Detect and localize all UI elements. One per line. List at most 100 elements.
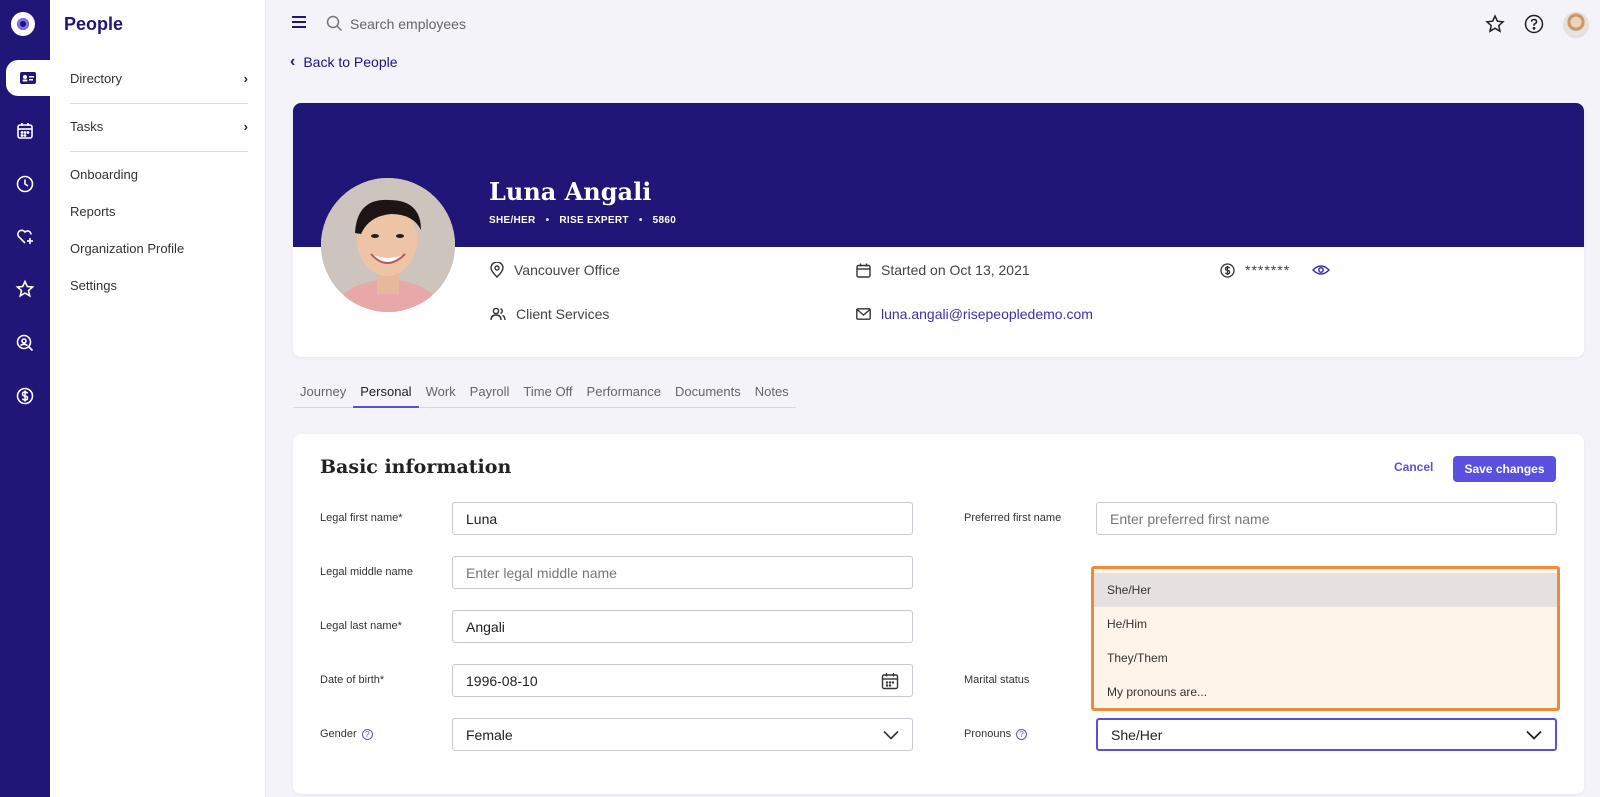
profile-card: Luna Angali SHE/HER • RISE EXPERT • 5860… <box>293 103 1584 357</box>
gender-value: Female <box>466 726 513 743</box>
clock-icon[interactable] <box>0 166 50 202</box>
legal-middle-name-label: Legal middle name <box>320 566 413 578</box>
profile-banner <box>293 103 1584 247</box>
tab-documents[interactable]: Documents <box>668 380 748 408</box>
legal-first-name-label: Legal first name* <box>320 512 403 524</box>
dollar-icon[interactable] <box>0 378 50 414</box>
nav-item-label: Onboarding <box>70 167 138 182</box>
dollar-icon <box>1220 262 1235 278</box>
nav-title: People <box>64 14 124 34</box>
tab-journey[interactable]: Journey <box>293 380 353 408</box>
nav-divider <box>70 151 248 152</box>
date-of-birth-field[interactable]: 1996-08-10 <box>452 664 913 697</box>
eye-icon[interactable] <box>1312 264 1331 276</box>
search-icon <box>326 15 343 32</box>
gender-label-text: Gender <box>320 728 357 740</box>
nav-divider <box>70 103 248 104</box>
chevron-right-icon: › <box>243 71 248 86</box>
department-label: Client Services <box>516 306 610 322</box>
chevron-right-icon: › <box>243 119 248 134</box>
section-title: Basic information <box>320 456 512 478</box>
department-info: Client Services <box>490 306 609 322</box>
top-bar <box>266 0 1600 48</box>
help-icon[interactable]: ? <box>1016 728 1028 740</box>
nav-item-label: Directory <box>70 71 123 86</box>
back-to-people-link[interactable]: ‹ Back to People <box>290 53 398 71</box>
pronouns-label: Pronouns ? <box>964 728 1028 740</box>
icon-rail <box>0 0 50 797</box>
email-link[interactable]: luna.angali@risepeopledemo.com <box>881 306 1093 322</box>
save-changes-button[interactable]: Save changes <box>1453 456 1556 482</box>
pronouns-value: She/Her <box>1111 726 1163 743</box>
menu-icon[interactable] <box>292 16 306 28</box>
salary-info: ******* <box>1220 262 1331 278</box>
search-input[interactable] <box>350 12 650 36</box>
office-info: Vancouver Office <box>490 262 620 278</box>
dropdown-option[interactable]: He/Him <box>1094 607 1557 641</box>
help-icon[interactable] <box>1523 13 1545 35</box>
tab-work[interactable]: Work <box>419 380 463 408</box>
email-info: luna.angali@risepeopledemo.com <box>856 306 1093 322</box>
gender-select[interactable]: Female <box>452 718 913 751</box>
chevron-left-icon: ‹ <box>290 53 296 70</box>
chevron-down-icon <box>1526 730 1542 740</box>
nav-item-organization-profile[interactable]: Organization Profile <box>70 241 248 256</box>
calendar-icon[interactable] <box>881 672 899 690</box>
search-person-icon[interactable] <box>0 325 50 361</box>
cancel-button[interactable]: Cancel <box>1394 460 1433 474</box>
profile-meta: SHE/HER • RISE EXPERT • 5860 <box>489 215 676 226</box>
location-pin-icon <box>490 262 504 278</box>
mail-icon <box>856 308 871 320</box>
people-card-icon[interactable] <box>6 60 50 96</box>
legal-first-name-field[interactable] <box>452 502 913 535</box>
star-icon[interactable] <box>1484 13 1506 35</box>
tab-performance[interactable]: Performance <box>580 380 668 408</box>
logo-icon[interactable] <box>11 12 35 36</box>
people-nav: People Directory › Tasks › Onboarding Re… <box>50 0 266 797</box>
separator-dot: • <box>638 215 643 226</box>
profile-photo <box>321 178 455 312</box>
dropdown-option[interactable]: They/Them <box>1094 641 1557 675</box>
tab-notes[interactable]: Notes <box>748 380 796 408</box>
tab-time-off[interactable]: Time Off <box>516 380 579 408</box>
nav-item-settings[interactable]: Settings <box>70 278 248 293</box>
dropdown-option[interactable]: My pronouns are... <box>1094 675 1557 709</box>
nav-item-label: Tasks <box>70 119 104 134</box>
pronouns-select[interactable]: She/Her <box>1096 718 1557 751</box>
profile-pronouns: SHE/HER <box>489 215 536 226</box>
gender-label: Gender ? <box>320 728 373 740</box>
calendar-icon[interactable] <box>0 113 50 149</box>
profile-tabs: Journey Personal Work Payroll Time Off P… <box>293 380 796 408</box>
star-icon[interactable] <box>0 271 50 307</box>
profile-employee-id: 5860 <box>652 215 677 226</box>
nav-item-label: Organization Profile <box>70 241 185 256</box>
start-date-info: Started on Oct 13, 2021 <box>856 262 1030 278</box>
nav-item-label: Settings <box>70 278 117 293</box>
heart-plus-icon[interactable] <box>0 219 50 255</box>
salary-masked: ******* <box>1245 262 1291 278</box>
profile-role: RISE EXPERT <box>559 215 629 226</box>
user-avatar[interactable] <box>1563 12 1589 38</box>
dropdown-option[interactable]: She/Her <box>1094 573 1557 607</box>
office-label: Vancouver Office <box>514 262 621 278</box>
help-icon[interactable]: ? <box>361 728 373 740</box>
legal-last-name-field[interactable] <box>452 610 913 643</box>
chevron-down-icon <box>883 730 899 740</box>
calendar-icon <box>856 263 871 278</box>
nav-item-label: Reports <box>70 204 116 219</box>
nav-item-onboarding[interactable]: Onboarding <box>70 167 248 182</box>
pronouns-label-text: Pronouns <box>964 728 1012 740</box>
nav-item-directory[interactable]: Directory › <box>70 71 248 86</box>
preferred-first-name-field[interactable] <box>1096 502 1557 535</box>
start-date-label: Started on Oct 13, 2021 <box>881 262 1030 278</box>
tab-payroll[interactable]: Payroll <box>463 380 517 408</box>
nav-item-tasks[interactable]: Tasks › <box>70 119 248 134</box>
people-icon <box>490 307 506 321</box>
tab-personal[interactable]: Personal <box>353 380 419 408</box>
date-of-birth-value: 1996-08-10 <box>466 672 538 689</box>
pronouns-dropdown: She/Her He/Him They/Them My pronouns are… <box>1091 566 1560 711</box>
preferred-first-name-label: Preferred first name <box>964 512 1062 524</box>
date-of-birth-label: Date of birth* <box>320 674 385 686</box>
nav-item-reports[interactable]: Reports <box>70 204 248 219</box>
legal-middle-name-field[interactable] <box>452 556 913 589</box>
